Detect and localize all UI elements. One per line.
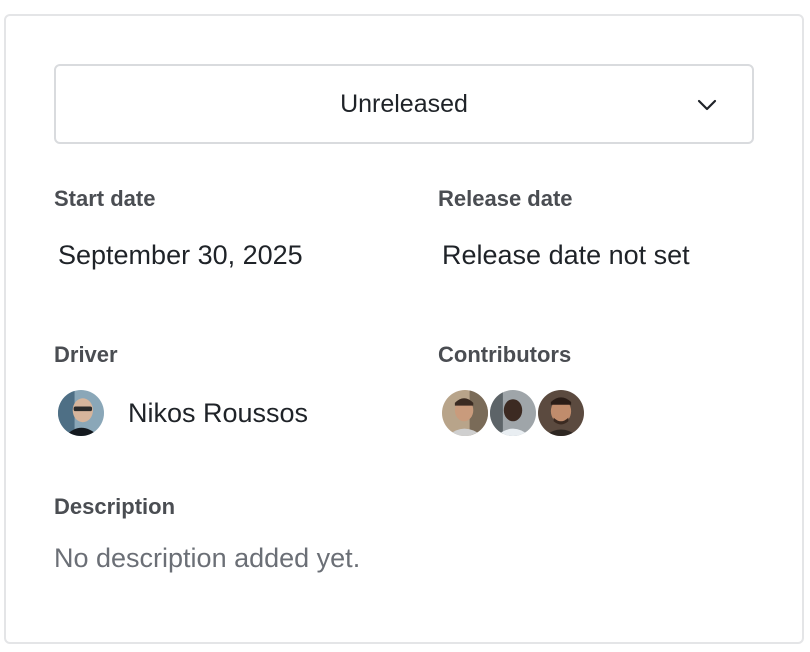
- start-date-value[interactable]: September 30, 2025: [58, 240, 303, 271]
- description-label: Description: [54, 494, 176, 519]
- driver-name[interactable]: Nikos Roussos: [128, 398, 308, 429]
- chevron-down-icon: [697, 99, 717, 111]
- release-date-label: Release date: [438, 186, 573, 211]
- contributor-avatar[interactable]: [488, 388, 538, 438]
- contributor-avatar[interactable]: [536, 388, 586, 438]
- project-details-panel: Unreleased Start date September 30, 2025…: [4, 14, 804, 644]
- status-dropdown[interactable]: Unreleased: [54, 64, 754, 144]
- contributors-label: Contributors: [438, 342, 572, 367]
- release-date-value[interactable]: Release date not set: [442, 240, 690, 271]
- contributor-avatar[interactable]: [440, 388, 490, 438]
- driver-label: Driver: [54, 342, 118, 367]
- start-date-label: Start date: [54, 186, 156, 211]
- driver-avatar[interactable]: [56, 388, 106, 438]
- description-value[interactable]: No description added yet.: [54, 543, 360, 574]
- status-value: Unreleased: [340, 89, 468, 118]
